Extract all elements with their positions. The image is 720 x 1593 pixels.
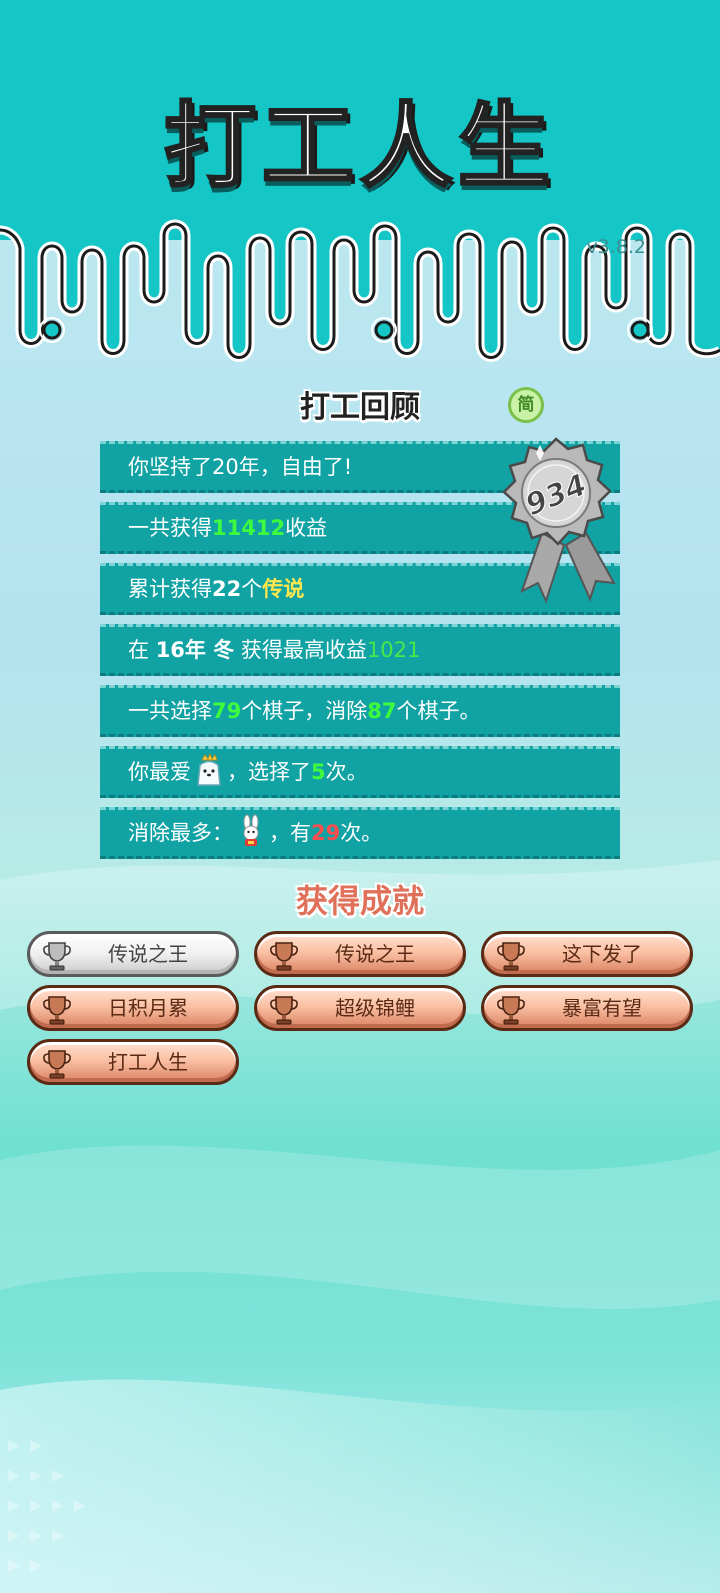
achievement-badge[interactable]: 超级锦鲤 xyxy=(254,985,466,1031)
review-row-most-eliminated: 消除最多： ，有29次。 xyxy=(100,807,620,859)
review-text: 个 xyxy=(241,577,263,601)
achievement-badge[interactable]: 日积月累 xyxy=(27,985,239,1031)
achievement-badge[interactable]: 传说之王 xyxy=(27,931,239,977)
trophy-icon xyxy=(270,942,298,971)
trophy-icon xyxy=(43,996,71,1025)
achievement-badge[interactable]: 暴富有望 xyxy=(481,985,693,1031)
rabbit-icon xyxy=(243,814,259,846)
review-title: 打工回顾 xyxy=(300,390,420,425)
trophy-icon xyxy=(497,996,525,1025)
achievement-label: 打工人生 xyxy=(108,1050,188,1074)
legend-label: 传说 xyxy=(262,577,305,601)
review-text: 一共获得 xyxy=(128,516,212,540)
review-text: 消除最多： xyxy=(128,821,233,845)
review-text: 你坚持了20年，自由了! xyxy=(128,455,353,479)
trophy-icon xyxy=(43,942,71,971)
achievement-label: 传说之王 xyxy=(335,942,415,966)
game-title: 打工人生 xyxy=(162,92,556,202)
selected-count: 79 xyxy=(212,699,242,723)
income-value: 11412 xyxy=(212,516,286,540)
trophy-icon xyxy=(497,942,525,971)
achievement-badge[interactable]: 打工人生 xyxy=(27,1039,239,1085)
achievements-title: 获得成就 xyxy=(295,882,424,920)
review-row-best-season: 在 16年 冬 获得最高收益1021 xyxy=(100,624,620,676)
review-text: 获得最高收益 xyxy=(234,638,367,662)
most-eliminated-count: 29 xyxy=(311,821,341,845)
legend-count: 22 xyxy=(212,577,242,601)
review-text: 收益 xyxy=(285,516,328,540)
favorite-count: 5 xyxy=(311,760,326,784)
review-text: 一共选择 xyxy=(128,699,212,723)
review-text: ，有 xyxy=(269,821,311,845)
review-text: 个棋子，消除 xyxy=(241,699,368,723)
language-toggle-button[interactable]: 简 xyxy=(508,387,544,423)
review-row-favorite: 你最爱 ，选择了5次。 xyxy=(100,746,620,798)
best-income-value: 1021 xyxy=(366,638,421,662)
review-text: 你最爱 xyxy=(128,760,191,784)
achievement-badge[interactable]: 这下发了 xyxy=(481,931,693,977)
version-label: v3.8.2 xyxy=(586,236,646,258)
eliminated-count: 87 xyxy=(367,699,397,723)
review-text: ，选择了 xyxy=(227,760,311,784)
review-text: 在 xyxy=(128,638,156,662)
review-text: 次。 xyxy=(325,760,368,784)
review-text: 累计获得 xyxy=(128,577,212,601)
achievement-label: 超级锦鲤 xyxy=(335,996,415,1020)
achievement-label: 暴富有望 xyxy=(562,996,642,1020)
achievement-label: 这下发了 xyxy=(562,942,642,966)
trophy-icon xyxy=(43,1050,71,1079)
review-text: 次。 xyxy=(340,821,383,845)
best-season: 16年 冬 xyxy=(155,638,235,662)
achievement-label: 传说之王 xyxy=(108,942,188,966)
rosette-medal-icon: 934 xyxy=(502,437,616,604)
polar-bear-king-icon xyxy=(197,753,221,786)
achievement-badge[interactable]: 传说之王 xyxy=(254,931,466,977)
review-row-pieces: 一共选择79个棋子，消除87个棋子。 xyxy=(100,685,620,737)
review-text: 个棋子。 xyxy=(396,699,481,723)
achievement-label: 日积月累 xyxy=(108,996,188,1020)
trophy-icon xyxy=(270,996,298,1025)
